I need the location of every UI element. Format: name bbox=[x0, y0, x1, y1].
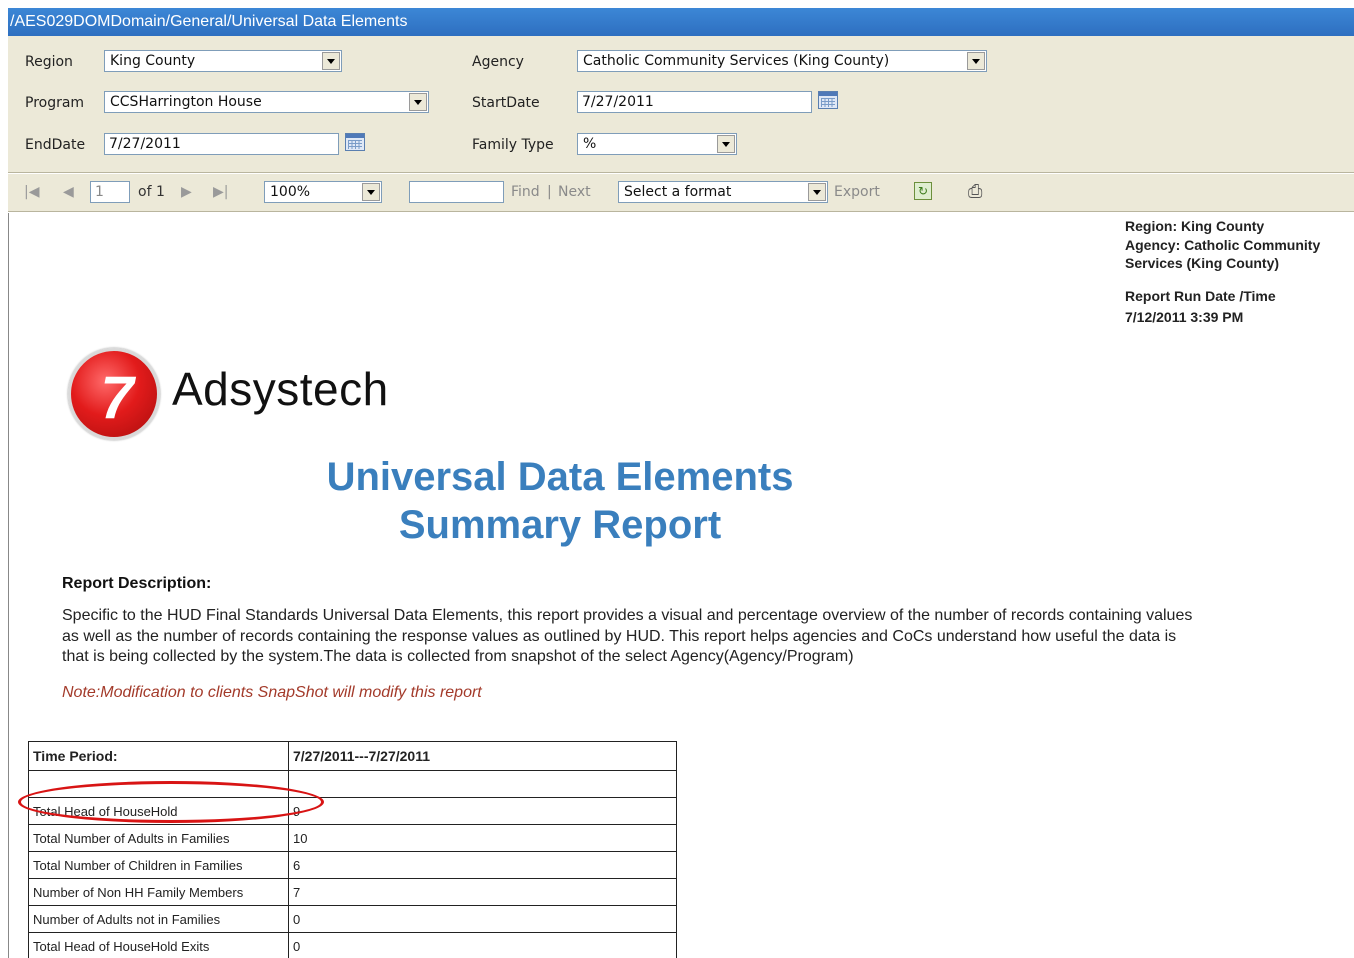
row-label: Total Head of HouseHold Exits bbox=[28, 932, 289, 958]
table-row: Total Number of Adults in Families 10 bbox=[28, 824, 677, 852]
row-value: 7 bbox=[288, 878, 677, 906]
meta-run-value: 7/12/2011 3:39 PM bbox=[1125, 309, 1244, 325]
startdate-input[interactable]: 7/27/2011 bbox=[577, 91, 812, 113]
export-format-value: Select a format bbox=[624, 184, 732, 200]
row-value: 6 bbox=[288, 851, 677, 879]
page-number-input[interactable]: 1 bbox=[90, 181, 130, 203]
row-value: 9 bbox=[288, 797, 677, 825]
table-row: Total Number of Children in Families 6 bbox=[28, 851, 677, 879]
logo-text: Adsystech bbox=[172, 363, 389, 415]
title-bar: /AES029DOMDomain/General/Universal Data … bbox=[0, 0, 1354, 36]
next-page-icon[interactable]: ▶ bbox=[181, 184, 192, 200]
enddate-label: EndDate bbox=[25, 137, 86, 153]
enddate-input[interactable]: 7/27/2011 bbox=[104, 133, 339, 155]
find-input[interactable] bbox=[409, 181, 504, 203]
last-page-icon[interactable]: ▶| bbox=[213, 184, 228, 200]
summary-table: Time Period: 7/27/2011---7/27/2011 Total… bbox=[28, 741, 677, 958]
printer-icon[interactable]: ⎙ bbox=[968, 181, 982, 202]
startdate-label: StartDate bbox=[472, 95, 540, 111]
agency-label: Agency bbox=[472, 54, 524, 70]
program-value: CCSHarrington House bbox=[110, 94, 262, 110]
export-link[interactable]: Export bbox=[834, 184, 880, 200]
find-separator: | bbox=[547, 184, 552, 200]
row-label: Total Number of Adults in Families bbox=[28, 824, 289, 852]
adsystech-logo-icon: 7 bbox=[68, 348, 160, 440]
familytype-label: Family Type bbox=[472, 137, 554, 153]
table-row: Number of Adults not in Families 0 bbox=[28, 905, 677, 933]
row-label: Number of Non HH Family Members bbox=[28, 878, 289, 906]
row-label: Total Number of Children in Families bbox=[28, 851, 289, 879]
refresh-icon[interactable]: ↻ bbox=[914, 182, 932, 200]
page-count: of 1 bbox=[138, 184, 165, 200]
time-period-value: 7/27/2011---7/27/2011 bbox=[288, 741, 677, 771]
region-label: Region bbox=[25, 54, 73, 70]
chevron-down-icon[interactable] bbox=[808, 183, 826, 201]
row-value bbox=[288, 770, 677, 798]
chevron-down-icon[interactable] bbox=[717, 135, 735, 153]
region-select[interactable]: King County bbox=[104, 50, 342, 72]
table-row: Total Head of HouseHold Exits 0 bbox=[28, 932, 677, 958]
find-link[interactable]: Find bbox=[511, 184, 540, 200]
time-period-label: Time Period: bbox=[28, 741, 289, 771]
row-value: 0 bbox=[288, 905, 677, 933]
row-value: 0 bbox=[288, 932, 677, 958]
zoom-select[interactable]: 100% bbox=[264, 181, 382, 203]
row-value: 10 bbox=[288, 824, 677, 852]
calendar-icon[interactable] bbox=[345, 133, 365, 151]
chevron-down-icon[interactable] bbox=[409, 93, 427, 111]
chevron-down-icon[interactable] bbox=[362, 183, 380, 201]
content-left-border bbox=[8, 213, 9, 958]
meta-region: Region: King County bbox=[1125, 218, 1265, 234]
description-heading: Report Description: bbox=[62, 575, 212, 592]
description-body: Specific to the HUD Final Standards Univ… bbox=[62, 607, 1193, 665]
zoom-value: 100% bbox=[270, 184, 311, 200]
export-format-select[interactable]: Select a format bbox=[618, 181, 828, 203]
report-title-line2: Summary Report bbox=[398, 503, 722, 547]
row-label: Number of Adults not in Families bbox=[28, 905, 289, 933]
report-title-line1: Universal Data Elements bbox=[326, 455, 794, 499]
familytype-value: % bbox=[583, 136, 597, 152]
chevron-down-icon[interactable] bbox=[967, 52, 985, 70]
report-viewer-window: /AES029DOMDomain/General/Universal Data … bbox=[0, 0, 1354, 958]
modification-note: Note:Modification to clients SnapShot wi… bbox=[62, 684, 482, 701]
previous-page-icon[interactable]: ◀ bbox=[63, 184, 74, 200]
chevron-down-icon[interactable] bbox=[322, 52, 340, 70]
calendar-icon[interactable] bbox=[818, 91, 838, 109]
report-toolbar: |◀ ◀ 1 of 1 ▶ ▶| 100% Find | Next Select… bbox=[8, 174, 1354, 212]
program-select[interactable]: CCSHarrington House bbox=[104, 91, 429, 113]
meta-agency: Agency: Catholic Community Services (Kin… bbox=[1125, 237, 1321, 271]
table-row: Number of Non HH Family Members 7 bbox=[28, 878, 677, 906]
next-link[interactable]: Next bbox=[558, 184, 591, 200]
table-header-row: Time Period: 7/27/2011---7/27/2011 bbox=[28, 741, 677, 771]
program-label: Program bbox=[25, 95, 85, 111]
agency-value: Catholic Community Services (King County… bbox=[583, 53, 890, 69]
parameter-panel: Region King County Agency Catholic Commu… bbox=[8, 36, 1354, 173]
familytype-select[interactable]: % bbox=[577, 133, 737, 155]
highlight-oval bbox=[18, 781, 324, 823]
region-value: King County bbox=[110, 53, 196, 69]
first-page-icon[interactable]: |◀ bbox=[24, 184, 39, 200]
agency-select[interactable]: Catholic Community Services (King County… bbox=[577, 50, 987, 72]
window-title: /AES029DOMDomain/General/Universal Data … bbox=[8, 8, 1354, 36]
meta-run-label: Report Run Date /Time bbox=[1125, 288, 1276, 304]
